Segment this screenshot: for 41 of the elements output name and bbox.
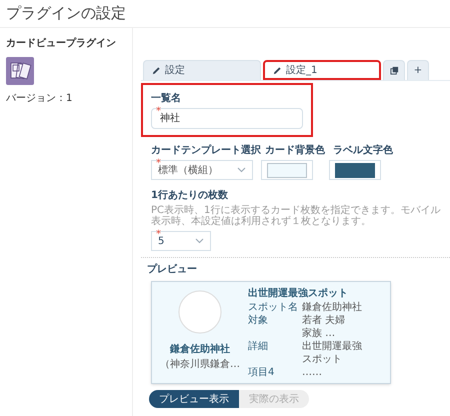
version-label: バージョン：1 — [6, 92, 74, 106]
field-label: カード背景色 — [264, 144, 326, 158]
card-title: 出世開運最強スポット — [248, 286, 349, 301]
card-field-value: 若者 夫婦 — [302, 314, 346, 327]
card-field-value: 鎌倉佐助神社 — [302, 301, 362, 314]
view-mode-toggle[interactable]: プレビュー表示 — [149, 390, 239, 408]
field-label: カードテンプレート選択 — [151, 143, 261, 158]
card-field-value: 家族 … — [302, 327, 336, 340]
copy-tab[interactable] — [383, 60, 405, 80]
card-field-value: 出世開運最強 — [302, 340, 362, 353]
pencil-icon — [152, 66, 161, 75]
plugin-name: カードビュープラグイン — [6, 36, 117, 51]
copy-icon — [390, 66, 398, 75]
tab[interactable]: 設定 — [143, 60, 261, 80]
card-field-value: …… — [302, 366, 322, 379]
field-label: ラベル文字色 — [332, 143, 394, 158]
chevron-down-icon — [195, 238, 204, 244]
section-label: プレビュー — [147, 262, 198, 277]
chevron-down-icon — [237, 167, 246, 173]
list-name-field[interactable]: * 神社 — [151, 108, 303, 129]
field-label: 1行あたりの枚数 — [151, 188, 229, 203]
card-field-label: 詳細 — [248, 340, 269, 354]
per-row-select[interactable]: *5 — [151, 231, 211, 251]
pencil-icon — [273, 66, 282, 74]
avatar-placeholder-icon — [178, 290, 222, 334]
help-text: PC表示時、1行に表示するカード枚数を指定できます。モバイル表示時、本設定値は利用されず１枚となります。 — [151, 205, 442, 227]
required-mark: * — [156, 107, 161, 117]
card-subtitle: （神奈川県鎌倉… — [160, 358, 240, 372]
color-swatch[interactable] — [267, 162, 307, 178]
color-swatch[interactable] — [335, 162, 375, 178]
card-field-label: 項目4 — [248, 366, 276, 379]
card-field-label: 対象 — [248, 314, 269, 328]
page-title: プラグインの設定 — [6, 3, 126, 24]
card-field-value: スポット — [302, 353, 343, 366]
plugin-icon — [6, 57, 34, 85]
add-tab[interactable]: + — [407, 60, 429, 80]
card-field-label: スポット名 — [248, 301, 299, 314]
card-name: 鎌倉佐助神社 — [170, 342, 230, 357]
template-select[interactable]: *標準（横組） — [151, 160, 253, 180]
field-label: 一覧名 — [151, 92, 182, 106]
tab[interactable]: 設定_1 — [263, 60, 381, 80]
